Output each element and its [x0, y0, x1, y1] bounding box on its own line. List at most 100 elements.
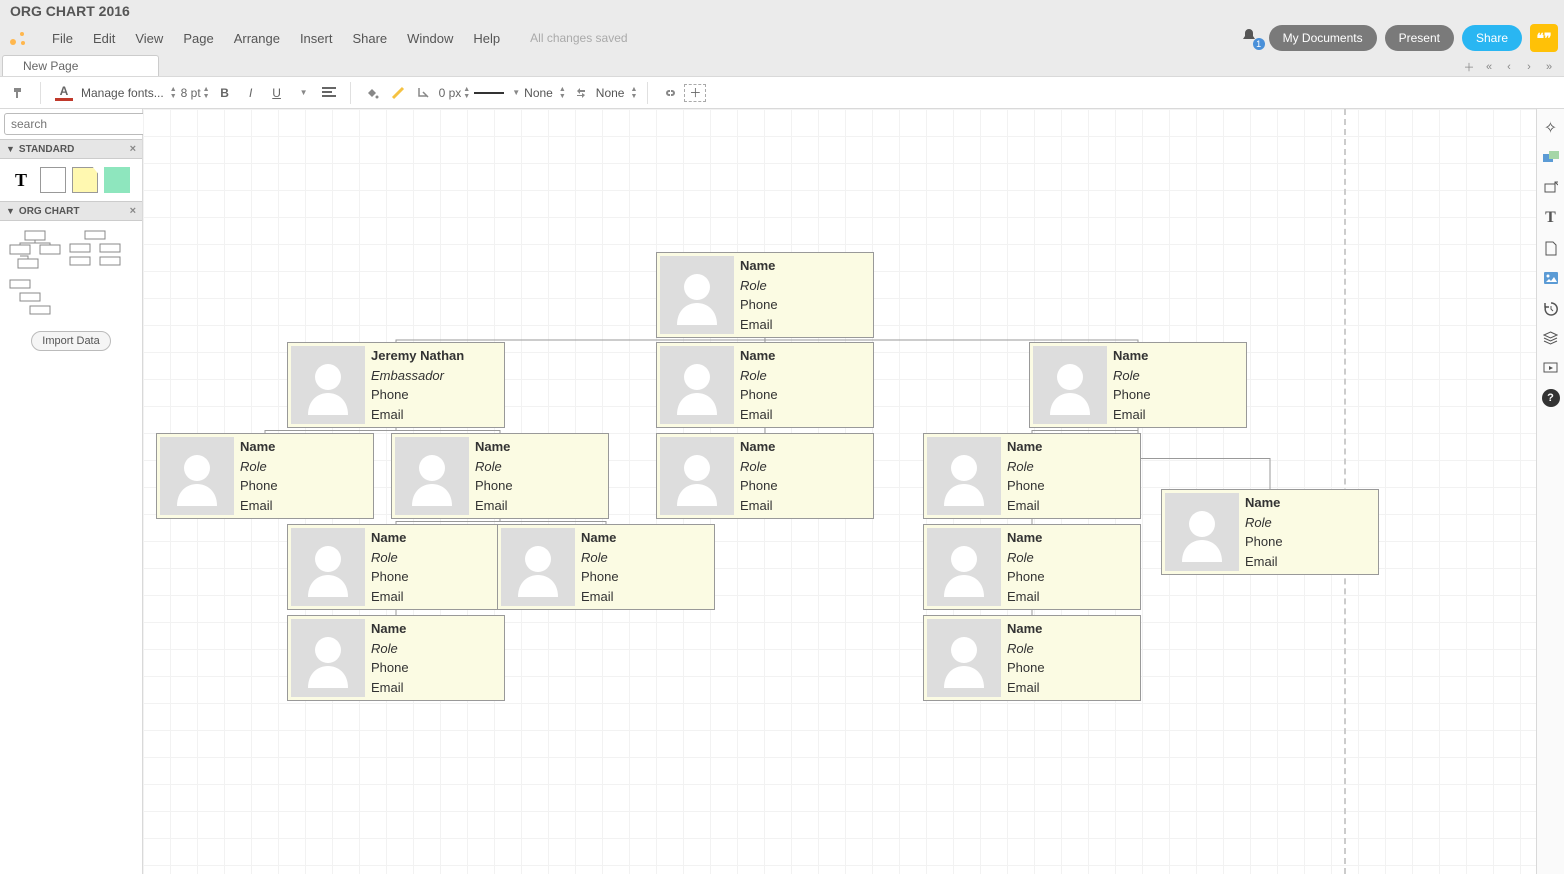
fill-color-button[interactable] — [361, 81, 383, 105]
font-size-stepper[interactable]: 8 pt▲▼ — [181, 86, 210, 100]
card-name: Name — [1245, 495, 1375, 510]
card-name: Name — [371, 530, 501, 545]
org-card[interactable]: NameRolePhoneEmail — [287, 615, 505, 701]
hotspot-shape[interactable] — [104, 167, 130, 193]
card-email: Email — [740, 498, 870, 513]
feedback-button[interactable]: ❝❞ — [1530, 24, 1558, 52]
menu-help[interactable]: Help — [463, 27, 510, 50]
italic-button[interactable]: I — [240, 81, 262, 105]
line-type-select[interactable]: None▲▼ — [524, 86, 566, 100]
first-page-icon[interactable]: « — [1482, 60, 1496, 74]
org-tree-shape-1[interactable] — [8, 229, 62, 269]
resize-icon[interactable] — [1542, 179, 1560, 197]
format-toolbar: A Manage fonts...▲▼ 8 pt▲▼ B I U ▼ 0 px▲… — [0, 76, 1564, 109]
card-role: Role — [475, 459, 605, 474]
help-icon[interactable]: ? — [1542, 389, 1560, 407]
menu-edit[interactable]: Edit — [83, 27, 125, 50]
orgchart-panel-header[interactable]: ▼ ORG CHART × — [0, 201, 142, 221]
app-logo[interactable] — [6, 26, 30, 50]
org-tree-shape-3[interactable] — [8, 275, 62, 315]
card-name: Name — [1113, 348, 1243, 363]
history-icon[interactable] — [1542, 299, 1560, 317]
page-icon[interactable] — [1542, 239, 1560, 257]
present-button[interactable]: Present — [1385, 25, 1454, 51]
org-tree-shape-2[interactable] — [68, 229, 122, 269]
card-email: Email — [1007, 589, 1137, 604]
close-panel-icon[interactable]: × — [130, 205, 136, 217]
avatar-placeholder — [927, 619, 1001, 697]
bold-button[interactable]: B — [214, 81, 236, 105]
add-element-button[interactable]: ＋ — [684, 84, 706, 102]
card-name: Name — [1007, 439, 1137, 454]
avatar-placeholder — [927, 528, 1001, 606]
menu-share[interactable]: Share — [342, 27, 397, 50]
card-role: Role — [740, 459, 870, 474]
card-name: Name — [740, 439, 870, 454]
present-icon[interactable] — [1542, 359, 1560, 377]
org-card[interactable]: NameRolePhoneEmail — [656, 252, 874, 338]
my-documents-button[interactable]: My Documents — [1269, 25, 1377, 51]
prev-page-icon[interactable]: ‹ — [1502, 60, 1516, 74]
border-width-stepper[interactable]: 0 px▲▼ — [439, 86, 471, 100]
notifications-icon[interactable]: 1 — [1241, 28, 1261, 48]
align-button[interactable] — [318, 81, 340, 105]
border-color-button[interactable] — [387, 81, 409, 105]
org-card[interactable]: NameRolePhoneEmail — [1161, 489, 1379, 575]
org-card[interactable]: NameRolePhoneEmail — [923, 524, 1141, 610]
last-page-icon[interactable]: » — [1542, 60, 1556, 74]
avatar-placeholder — [291, 619, 365, 697]
card-email: Email — [740, 407, 870, 422]
org-card[interactable]: NameRolePhoneEmail — [497, 524, 715, 610]
menu-page[interactable]: Page — [173, 27, 223, 50]
card-phone: Phone — [581, 569, 711, 584]
import-data-button[interactable]: Import Data — [31, 331, 110, 351]
page-tab[interactable]: New Page — [2, 55, 159, 76]
org-card[interactable]: NameRolePhoneEmail — [391, 433, 609, 519]
standard-panel-header[interactable]: ▼ STANDARD × — [0, 139, 142, 159]
menu-window[interactable]: Window — [397, 27, 463, 50]
org-card[interactable]: Jeremy NathanEmbassadorPhoneEmail — [287, 342, 505, 428]
org-card[interactable]: NameRolePhoneEmail — [156, 433, 374, 519]
org-card[interactable]: NameRolePhoneEmail — [656, 433, 874, 519]
share-button[interactable]: Share — [1462, 25, 1522, 51]
underline-button[interactable]: U — [266, 81, 288, 105]
format-painter-icon[interactable] — [8, 81, 30, 105]
sparkle-icon[interactable]: ✧ — [1542, 119, 1560, 137]
layers-icon[interactable] — [1542, 329, 1560, 347]
font-color-button[interactable]: A — [51, 81, 77, 105]
link-button[interactable] — [658, 81, 680, 105]
avatar-placeholder — [501, 528, 575, 606]
add-page-icon[interactable]: ＋ — [1462, 60, 1476, 74]
text-options-dropdown[interactable]: ▼ — [292, 81, 314, 105]
avatar-placeholder — [291, 346, 365, 424]
org-card[interactable]: NameRolePhoneEmail — [923, 433, 1141, 519]
line-style-select[interactable]: ▼ — [474, 88, 520, 97]
canvas[interactable]: NameRolePhoneEmailJeremy NathanEmbassado… — [143, 109, 1536, 874]
close-panel-icon[interactable]: × — [130, 143, 136, 155]
swap-ends-icon[interactable] — [570, 81, 592, 105]
card-phone: Phone — [740, 387, 870, 402]
next-page-icon[interactable]: › — [1522, 60, 1536, 74]
orgchart-panel-label: ORG CHART — [19, 206, 80, 217]
image-icon[interactable] — [1542, 269, 1560, 287]
rectangle-shape[interactable] — [40, 167, 66, 193]
card-phone: Phone — [1007, 478, 1137, 493]
menu-arrange[interactable]: Arrange — [224, 27, 290, 50]
note-shape[interactable] — [72, 167, 98, 193]
text-shape[interactable]: T — [8, 167, 34, 193]
org-card[interactable]: NameRolePhoneEmail — [923, 615, 1141, 701]
menu-insert[interactable]: Insert — [290, 27, 343, 50]
arrow-style-select[interactable]: None▲▼ — [596, 86, 638, 100]
org-card[interactable]: NameRolePhoneEmail — [1029, 342, 1247, 428]
menu-view[interactable]: View — [125, 27, 173, 50]
org-card[interactable]: NameRolePhoneEmail — [656, 342, 874, 428]
menu-file[interactable]: File — [42, 27, 83, 50]
font-family-select[interactable]: Manage fonts...▲▼ — [81, 86, 177, 100]
card-name: Name — [740, 348, 870, 363]
card-email: Email — [1245, 554, 1375, 569]
theme-icon[interactable] — [1542, 149, 1560, 167]
shape-options-icon[interactable] — [413, 81, 435, 105]
org-card[interactable]: NameRolePhoneEmail — [287, 524, 505, 610]
card-role: Role — [740, 278, 870, 293]
text-tool-icon[interactable]: T — [1542, 209, 1560, 227]
